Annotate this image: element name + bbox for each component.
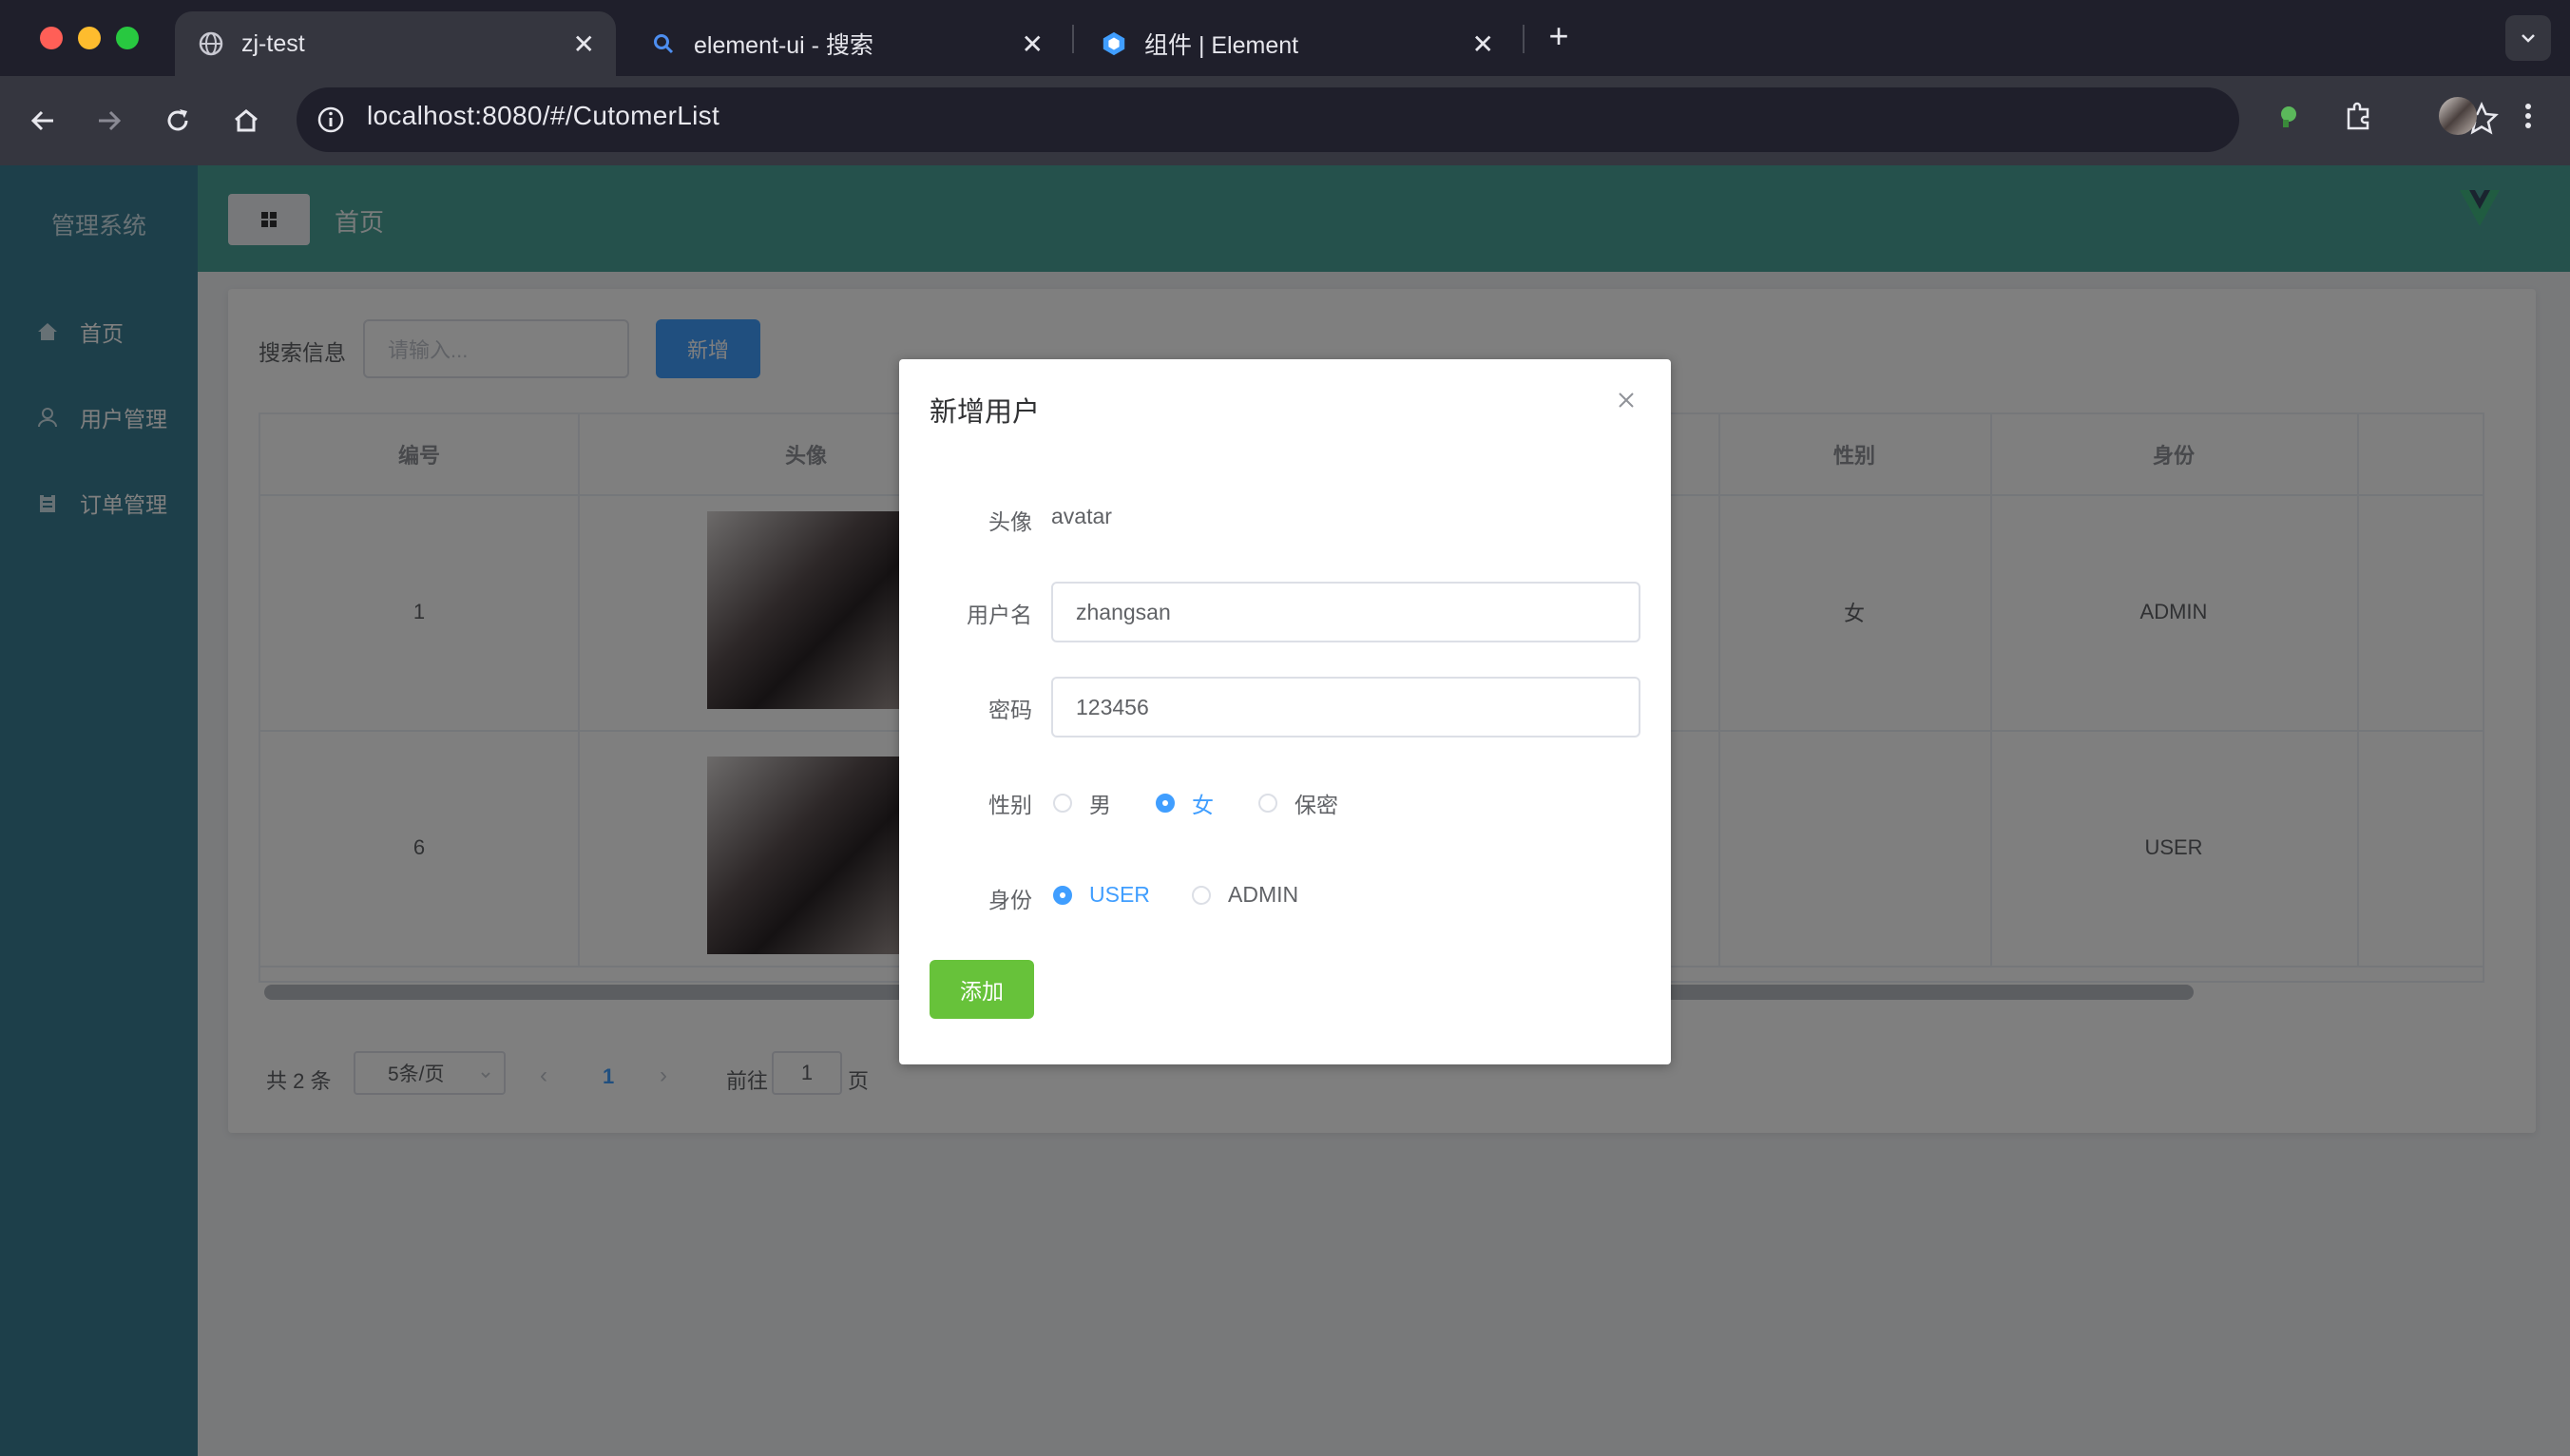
element-logo-icon: [1101, 30, 1127, 57]
password-label: 密码: [988, 698, 1032, 722]
extensions-puzzle-icon[interactable]: [2338, 95, 2380, 137]
gender-radio-female[interactable]: 女: [1156, 787, 1214, 819]
radio-label: 女: [1192, 793, 1214, 817]
close-tab-icon[interactable]: ✕: [1472, 29, 1494, 60]
tab-title: zj-test: [241, 29, 305, 57]
browser-tab-bar: zj-test ✕ element-ui - 搜索 ✕ 组件 | Element…: [0, 0, 2570, 76]
search-icon: [650, 30, 677, 57]
radio-circle: [1053, 885, 1072, 905]
username-label: 用户名: [967, 603, 1032, 627]
close-window-button[interactable]: [40, 27, 63, 49]
gender-radio-secret[interactable]: 保密: [1258, 787, 1338, 819]
role-label: 身份: [988, 888, 1032, 912]
back-button[interactable]: [19, 97, 67, 144]
tab-search-button[interactable]: [2505, 15, 2551, 61]
maximize-window-button[interactable]: [116, 27, 139, 49]
username-input[interactable]: zhangsan: [1051, 582, 1640, 642]
close-tab-icon[interactable]: ✕: [1022, 29, 1044, 60]
tab-zj-test[interactable]: zj-test ✕: [175, 11, 616, 76]
browser-menu-icon[interactable]: [2507, 95, 2549, 137]
radio-circle: [1156, 794, 1175, 813]
gender-radio-male[interactable]: 男: [1053, 787, 1111, 819]
url-text[interactable]: localhost:8080/#/CutomerList: [367, 101, 719, 131]
forward-button[interactable]: [86, 97, 133, 144]
radio-label: 保密: [1295, 793, 1338, 817]
close-icon[interactable]: [1616, 386, 1637, 418]
tab-separator: [1072, 25, 1074, 53]
radio-circle: [1192, 885, 1211, 905]
avatar-value: avatar: [1051, 504, 1112, 528]
role-radio-user[interactable]: USER: [1053, 882, 1150, 908]
globe-icon: [198, 30, 224, 57]
arrow-right-icon: [99, 110, 122, 131]
dialog-title: 新增用户: [930, 397, 1041, 428]
extension-icon[interactable]: [2268, 95, 2310, 137]
radio-circle: [1258, 794, 1277, 813]
chevron-down-icon: [2522, 34, 2535, 43]
avatar-label: 头像: [988, 509, 1032, 534]
reload-icon: [167, 109, 188, 131]
profile-avatar[interactable]: [2437, 95, 2479, 137]
minimize-window-button[interactable]: [78, 27, 101, 49]
arrow-left-icon: [30, 110, 53, 131]
tab-element-components[interactable]: 组件 | Element ✕: [1078, 11, 1515, 76]
tab-title: 组件 | Element: [1144, 32, 1299, 59]
submit-add-button[interactable]: 添加: [930, 960, 1034, 1019]
home-button[interactable]: [222, 97, 270, 144]
tab-element-ui-search[interactable]: element-ui - 搜索 ✕: [627, 11, 1064, 76]
reload-button[interactable]: [154, 97, 201, 144]
tab-title: element-ui - 搜索: [694, 32, 873, 59]
radio-label: USER: [1089, 882, 1150, 907]
gender-label: 性别: [988, 793, 1032, 817]
site-info-icon[interactable]: [316, 105, 346, 140]
radio-label: ADMIN: [1228, 882, 1299, 907]
password-input[interactable]: 123456: [1051, 677, 1640, 738]
radio-circle: [1053, 794, 1072, 813]
new-tab-button[interactable]: +: [1540, 16, 1578, 55]
close-tab-icon[interactable]: ✕: [573, 29, 595, 60]
home-icon: [235, 109, 258, 132]
tab-separator: [1523, 25, 1525, 53]
role-radio-admin[interactable]: ADMIN: [1192, 882, 1298, 908]
radio-label: 男: [1089, 793, 1111, 817]
